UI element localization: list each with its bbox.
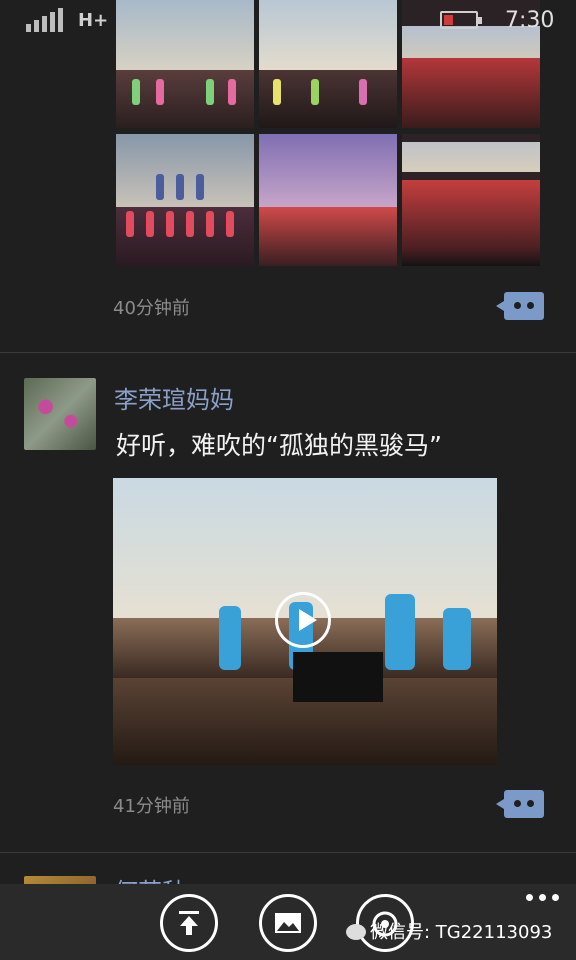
wechat-icon bbox=[346, 924, 366, 940]
comment-icon bbox=[512, 302, 536, 310]
post-divider bbox=[0, 852, 576, 853]
photo-thumbnail[interactable] bbox=[259, 134, 397, 266]
watermark: 微信号: TG22113093 bbox=[346, 918, 552, 944]
comment-button[interactable] bbox=[496, 292, 544, 320]
post-username[interactable]: 李荣瑄妈妈 bbox=[114, 380, 234, 415]
post-text: 好听，难吹的“孤独的黑骏马” bbox=[116, 431, 442, 460]
more-icon[interactable] bbox=[526, 894, 560, 904]
battery-icon bbox=[440, 11, 482, 29]
network-type: H+ bbox=[78, 10, 109, 31]
comment-button[interactable] bbox=[496, 790, 544, 818]
post-divider bbox=[0, 352, 576, 353]
video-thumbnail[interactable] bbox=[113, 478, 497, 765]
clock: 7:30 bbox=[505, 8, 555, 33]
avatar[interactable] bbox=[24, 378, 96, 450]
post-timestamp: 40分钟前 bbox=[113, 298, 190, 319]
signal-icon bbox=[26, 8, 66, 32]
image-icon[interactable] bbox=[259, 894, 317, 952]
play-icon[interactable] bbox=[275, 592, 331, 648]
comment-icon bbox=[512, 800, 536, 808]
upload-icon[interactable] bbox=[160, 894, 218, 952]
post-timestamp: 41分钟前 bbox=[113, 796, 190, 817]
photo-thumbnail[interactable] bbox=[402, 134, 540, 266]
photo-thumbnail[interactable] bbox=[116, 134, 254, 266]
status-bar: H+ 7:30 bbox=[0, 0, 576, 42]
app-bar: 微信号: TG22113093 bbox=[0, 884, 576, 960]
